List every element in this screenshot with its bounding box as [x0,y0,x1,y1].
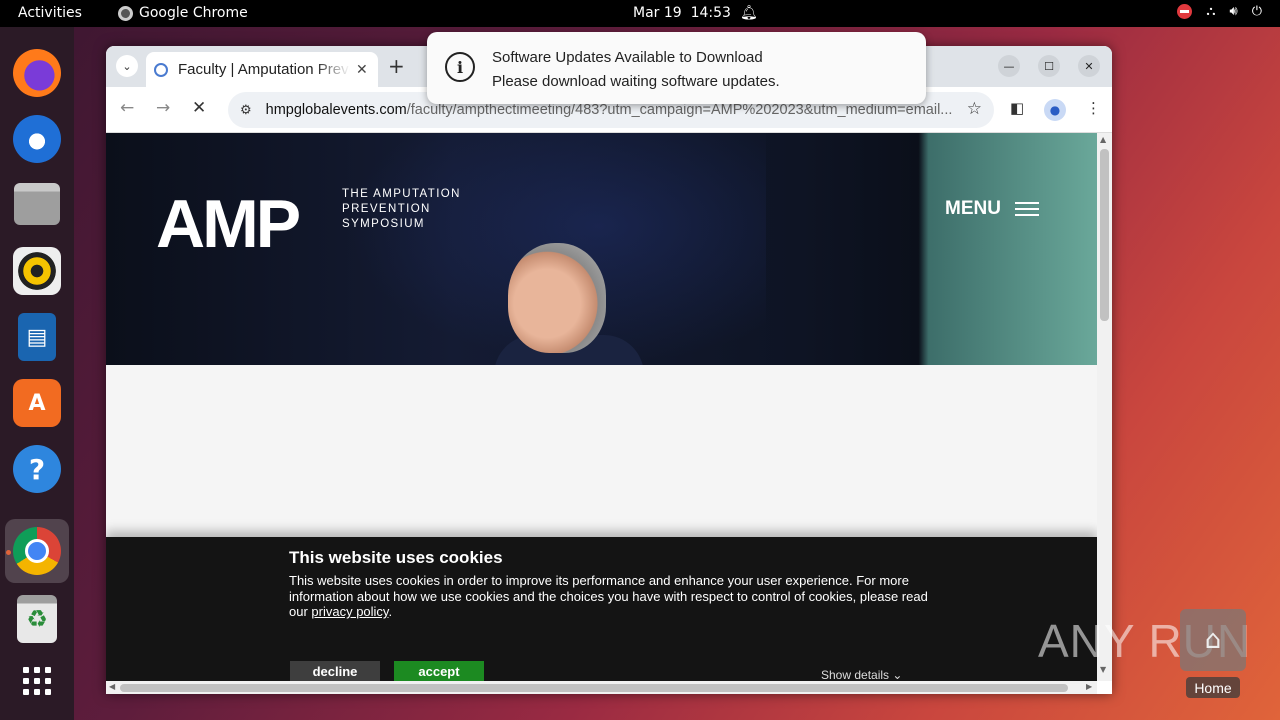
vertical-scroll-thumb[interactable] [1100,149,1109,321]
help-icon[interactable]: ? [13,445,61,493]
notification-body: Please download waiting software updates… [492,73,780,90]
tab-title: Faculty | Amputation Prevention Symposiu… [178,61,350,78]
menu-button[interactable]: MENU [945,198,1039,220]
cookie-text-period: . [388,604,393,619]
cookie-banner: This website uses cookies This website u… [106,537,1097,681]
cookie-title: This website uses cookies [289,548,503,567]
tagline-line-1: THE AMPUTATION [342,188,461,200]
privacy-policy-link[interactable]: privacy policy [311,604,388,619]
bookmark-star-icon[interactable]: ☆ [967,99,982,119]
chrome-menu-icon[interactable]: ⋮ [1086,99,1101,117]
clock[interactable]: Mar 19 14:53 [633,5,731,21]
tab-search-icon[interactable]: ⌄ [116,55,138,77]
hero-banner: AMP THE AMPUTATION PREVENTION SYMPOSIUM … [106,133,1097,365]
accept-button[interactable]: accept [394,661,484,681]
volume-icon: 🔊︎ [1229,4,1238,19]
chevron-down-icon: ⌄ [892,668,903,681]
stop-loading-icon[interactable]: ✕ [192,98,206,118]
profile-avatar-icon[interactable]: ● [1044,99,1066,121]
top-bar: Activities Google Chrome Mar 19 14:53 🔔︎… [0,0,1280,27]
show-details-link[interactable]: Show details ⌄ [821,668,902,681]
activities-button[interactable]: Activities [18,5,82,21]
amp-logo[interactable]: AMP [156,185,301,263]
hamburger-icon [1014,202,1039,216]
menu-label: MENU [945,198,1001,219]
logo-tagline: THE AMPUTATION PREVENTION SYMPOSIUM [342,187,461,232]
side-panel-icon[interactable]: ◧ [1010,99,1024,117]
forward-icon[interactable]: → [156,98,170,118]
tab-faculty[interactable]: Faculty | Amputation Prevention Symposiu… [146,52,378,87]
close-tab-icon[interactable]: ✕ [356,62,368,78]
scroll-left-icon[interactable]: ◀ [109,682,115,691]
loading-favicon-icon [154,62,168,77]
system-tray[interactable]: ⛬ 🔊︎ ⏻ [1177,4,1262,19]
speaker-head [508,243,606,353]
cookie-text: This website uses cookies in order to im… [289,573,929,620]
date: Mar 19 [633,5,682,21]
vertical-scrollbar[interactable]: ▲ ▼ [1097,133,1112,681]
decline-button[interactable]: decline [290,661,380,681]
close-window-icon[interactable]: ✕ [1078,55,1100,77]
rhythmbox-icon[interactable] [13,247,61,295]
network-icon: ⛬ [1206,4,1216,19]
show-details-label: Show details [821,668,890,681]
chrome-window: ⌄ Faculty | Amputation Prevention Sympos… [106,46,1112,694]
libreoffice-writer-icon[interactable]: ▤ [18,313,56,361]
url-host: hmpglobalevents.com [265,102,407,118]
scroll-up-icon[interactable]: ▲ [1100,135,1106,144]
tagline-line-2: PREVENTION [342,203,431,215]
url-text: hmpglobalevents.com/faculty/ampthectimee… [266,102,956,118]
url-path: /faculty/ampthectimeeting/483?utm_campai… [406,102,953,118]
minimize-icon[interactable]: — [998,55,1020,77]
thunderbird-icon[interactable] [13,115,61,163]
tagline-line-3: SYMPOSIUM [342,218,425,230]
scroll-right-icon[interactable]: ▶ [1086,682,1092,691]
chrome-icon[interactable] [13,527,61,575]
home-folder-icon[interactable]: ⌂ [1180,609,1246,671]
time: 14:53 [690,5,731,21]
do-not-disturb-icon [1177,4,1193,19]
horizontal-scrollbar[interactable]: ◀ ▶ [106,681,1097,694]
new-tab-icon[interactable]: + [388,54,405,78]
info-icon: i [445,52,475,82]
power-icon: ⏻ [1251,4,1262,19]
home-folder-label[interactable]: Home [1186,677,1240,698]
trash-icon[interactable]: ♻ [17,595,57,643]
notification-title: Software Updates Available to Download [492,49,763,66]
app-center-icon[interactable]: A [13,379,61,427]
app-menu[interactable]: Google Chrome [118,5,248,21]
running-indicator [6,550,11,555]
bell-icon[interactable]: 🔔︎ [740,5,758,21]
app-grid-icon[interactable] [13,657,61,705]
dock: ▤ A ? ♻ [0,27,74,720]
site-settings-icon[interactable]: ⚙ [240,102,252,118]
files-icon[interactable] [14,183,60,225]
app-name: Google Chrome [139,5,248,21]
page-viewport: AMP THE AMPUTATION PREVENTION SYMPOSIUM … [106,133,1097,681]
maximize-icon[interactable]: ☐ [1038,55,1060,77]
chrome-small-icon [118,5,133,21]
firefox-icon[interactable] [13,49,61,97]
horizontal-scroll-thumb[interactable] [120,684,1068,692]
back-icon[interactable]: ← [120,98,134,118]
update-notification[interactable]: i Software Updates Available to Download… [427,32,926,104]
